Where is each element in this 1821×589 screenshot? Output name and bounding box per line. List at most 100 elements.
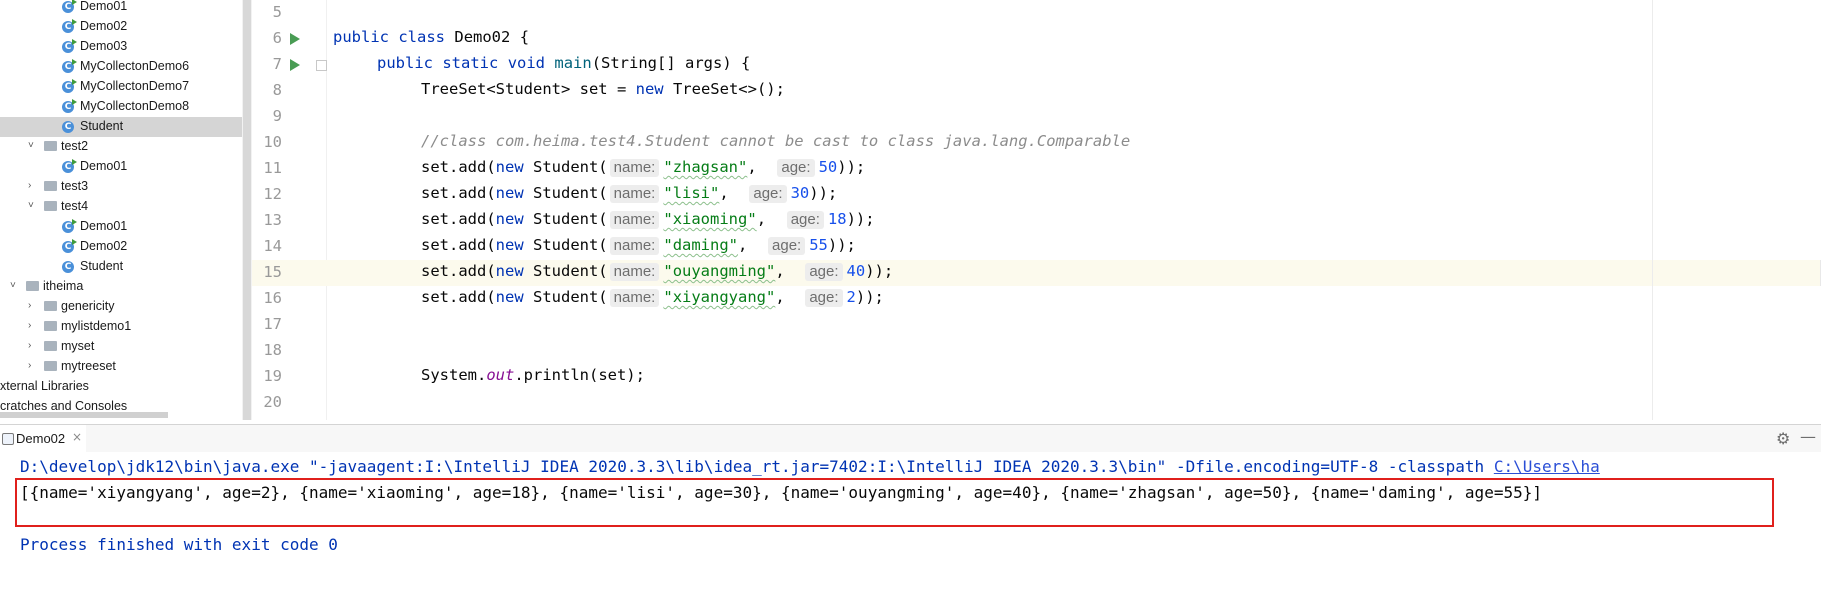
tree-item[interactable]: ˅ test2: [0, 137, 252, 157]
tree-item-label: Demo01: [80, 219, 128, 233]
class-icon: C: [62, 239, 77, 253]
tree-item-label: myset: [61, 339, 95, 353]
class-icon: C: [62, 79, 77, 93]
code-line-7: public static void main(String[] args) {: [377, 54, 751, 72]
param-hint-name: name:: [609, 263, 660, 281]
tree-item[interactable]: C Student: [0, 257, 252, 277]
line-number: 16: [263, 289, 282, 307]
param-hint-name: name:: [609, 159, 660, 177]
chevron-right-icon[interactable]: ›: [28, 360, 31, 371]
param-hint-age: age:: [786, 211, 824, 229]
package-icon: [44, 301, 57, 311]
tree-item-label: itheima: [43, 279, 84, 293]
tree-item-label: mylistdemo1: [61, 319, 132, 333]
tree-item[interactable]: C Demo02: [0, 17, 252, 37]
package-icon: [44, 141, 57, 151]
tree-item-label: mytreeset: [61, 359, 116, 373]
chevron-right-icon[interactable]: ›: [28, 300, 31, 311]
code-line-19: System.out.println(set);: [421, 366, 645, 384]
chevron-down-icon[interactable]: ˅: [28, 140, 34, 151]
code-line-8: TreeSet<Student> set = new TreeSet<>();: [421, 80, 785, 98]
line-number: 18: [263, 341, 282, 359]
tree-item[interactable]: C MyCollectonDemo7: [0, 77, 252, 97]
tab-demo02[interactable]: Demo02 ×: [0, 425, 86, 453]
code-line-add-student: set.add(new Student(name: "ouyangming", a…: [421, 262, 894, 281]
tree-item[interactable]: C MyCollectonDemo6: [0, 57, 252, 77]
code-line-add-student: set.add(new Student(name: "zhagsan", age:…: [421, 158, 866, 177]
line-number: 8: [272, 81, 282, 99]
class-icon: C: [62, 0, 77, 13]
tree-item[interactable]: › mylistdemo1: [0, 317, 252, 337]
tree-item[interactable]: ˅ itheima: [0, 277, 252, 297]
run-config-icon: [2, 433, 14, 445]
tree-item[interactable]: › myset: [0, 337, 252, 357]
close-icon[interactable]: ×: [72, 430, 82, 444]
fold-icon[interactable]: [316, 60, 327, 71]
project-tree-hscrollbar[interactable]: [0, 412, 168, 418]
tree-item[interactable]: C Demo02: [0, 237, 252, 257]
line-number: 11: [263, 159, 282, 177]
code-line-6: public class Demo02 {: [333, 28, 530, 46]
tree-item-label: test3: [61, 179, 89, 193]
line-number: 7: [272, 55, 282, 73]
run-class-icon[interactable]: [290, 33, 300, 45]
class-icon: C: [62, 39, 77, 53]
chevron-right-icon[interactable]: ›: [28, 340, 31, 351]
class-icon: C: [62, 219, 77, 233]
tree-item-label: Demo02: [80, 239, 128, 253]
chevron-down-icon[interactable]: ˅: [28, 200, 34, 211]
line-number: 6: [272, 29, 282, 47]
tree-item-label: Demo01: [80, 0, 128, 13]
tree-item[interactable]: › mytreeset: [0, 357, 252, 377]
param-hint-name: name:: [609, 289, 660, 307]
tree-item-label: test2: [61, 139, 89, 153]
param-hint-age: age:: [777, 159, 815, 177]
package-icon: [44, 181, 57, 191]
scrollbar-thumb[interactable]: [243, 0, 251, 420]
code-line-add-student: set.add(new Student(name: "xiyangyang", a…: [421, 288, 884, 307]
tree-item-label: Demo01: [80, 159, 128, 173]
run-tool-window-header: Demo02 × ⚙ —: [0, 424, 1821, 454]
output-highlight-box: [15, 478, 1774, 527]
gear-icon[interactable]: ⚙: [1776, 429, 1790, 448]
code-line-add-student: set.add(new Student(name: "daming", age: 5…: [421, 236, 856, 255]
tree-item-label: Student: [80, 259, 124, 273]
line-number: 15: [263, 263, 282, 281]
tree-item-label: test4: [61, 199, 89, 213]
run-main-icon[interactable]: [290, 59, 300, 71]
chevron-right-icon[interactable]: ›: [28, 320, 31, 331]
tree-item-label: MyCollectonDemo8: [80, 99, 190, 113]
tree-item[interactable]: › genericity: [0, 297, 252, 317]
minimize-icon[interactable]: —: [1800, 427, 1816, 446]
chevron-down-icon[interactable]: ˅: [10, 280, 16, 291]
package-icon: [44, 341, 57, 351]
tree-item[interactable]: C Demo03: [0, 37, 252, 57]
param-hint-name: name:: [609, 211, 660, 229]
tree-item-label: Demo03: [80, 39, 128, 53]
tree-item[interactable]: xternal Libraries: [0, 377, 252, 397]
package-icon: [44, 361, 57, 371]
package-icon: [26, 281, 39, 291]
chevron-right-icon[interactable]: ›: [28, 180, 31, 191]
class-icon: C: [62, 159, 77, 173]
project-tree-scrollbar[interactable]: [242, 0, 252, 420]
tree-item[interactable]: C MyCollectonDemo8: [0, 97, 252, 117]
line-number: 13: [263, 211, 282, 229]
right-margin-guide: [1652, 0, 1653, 420]
param-hint-age: age:: [805, 289, 843, 307]
param-hint-age: age:: [768, 237, 806, 255]
tree-item[interactable]: C Demo01: [0, 0, 252, 17]
param-hint-name: name:: [609, 237, 660, 255]
class-icon: C: [62, 99, 77, 113]
tree-item[interactable]: ˅ test4: [0, 197, 252, 217]
tree-item-label: cratches and Consoles: [0, 399, 128, 413]
tree-item[interactable]: C Demo01: [0, 157, 252, 177]
tree-item[interactable]: C Demo01: [0, 217, 252, 237]
tree-item[interactable]: C Student: [0, 117, 252, 137]
classpath-link[interactable]: C:\Users\ha: [1494, 457, 1600, 476]
class-icon: C: [62, 19, 77, 33]
line-number: 14: [263, 237, 282, 255]
tree-item[interactable]: › test3: [0, 177, 252, 197]
code-line-10-comment: //class com.heima.test4.Student cannot b…: [421, 132, 1131, 150]
line-number: 20: [263, 393, 282, 411]
